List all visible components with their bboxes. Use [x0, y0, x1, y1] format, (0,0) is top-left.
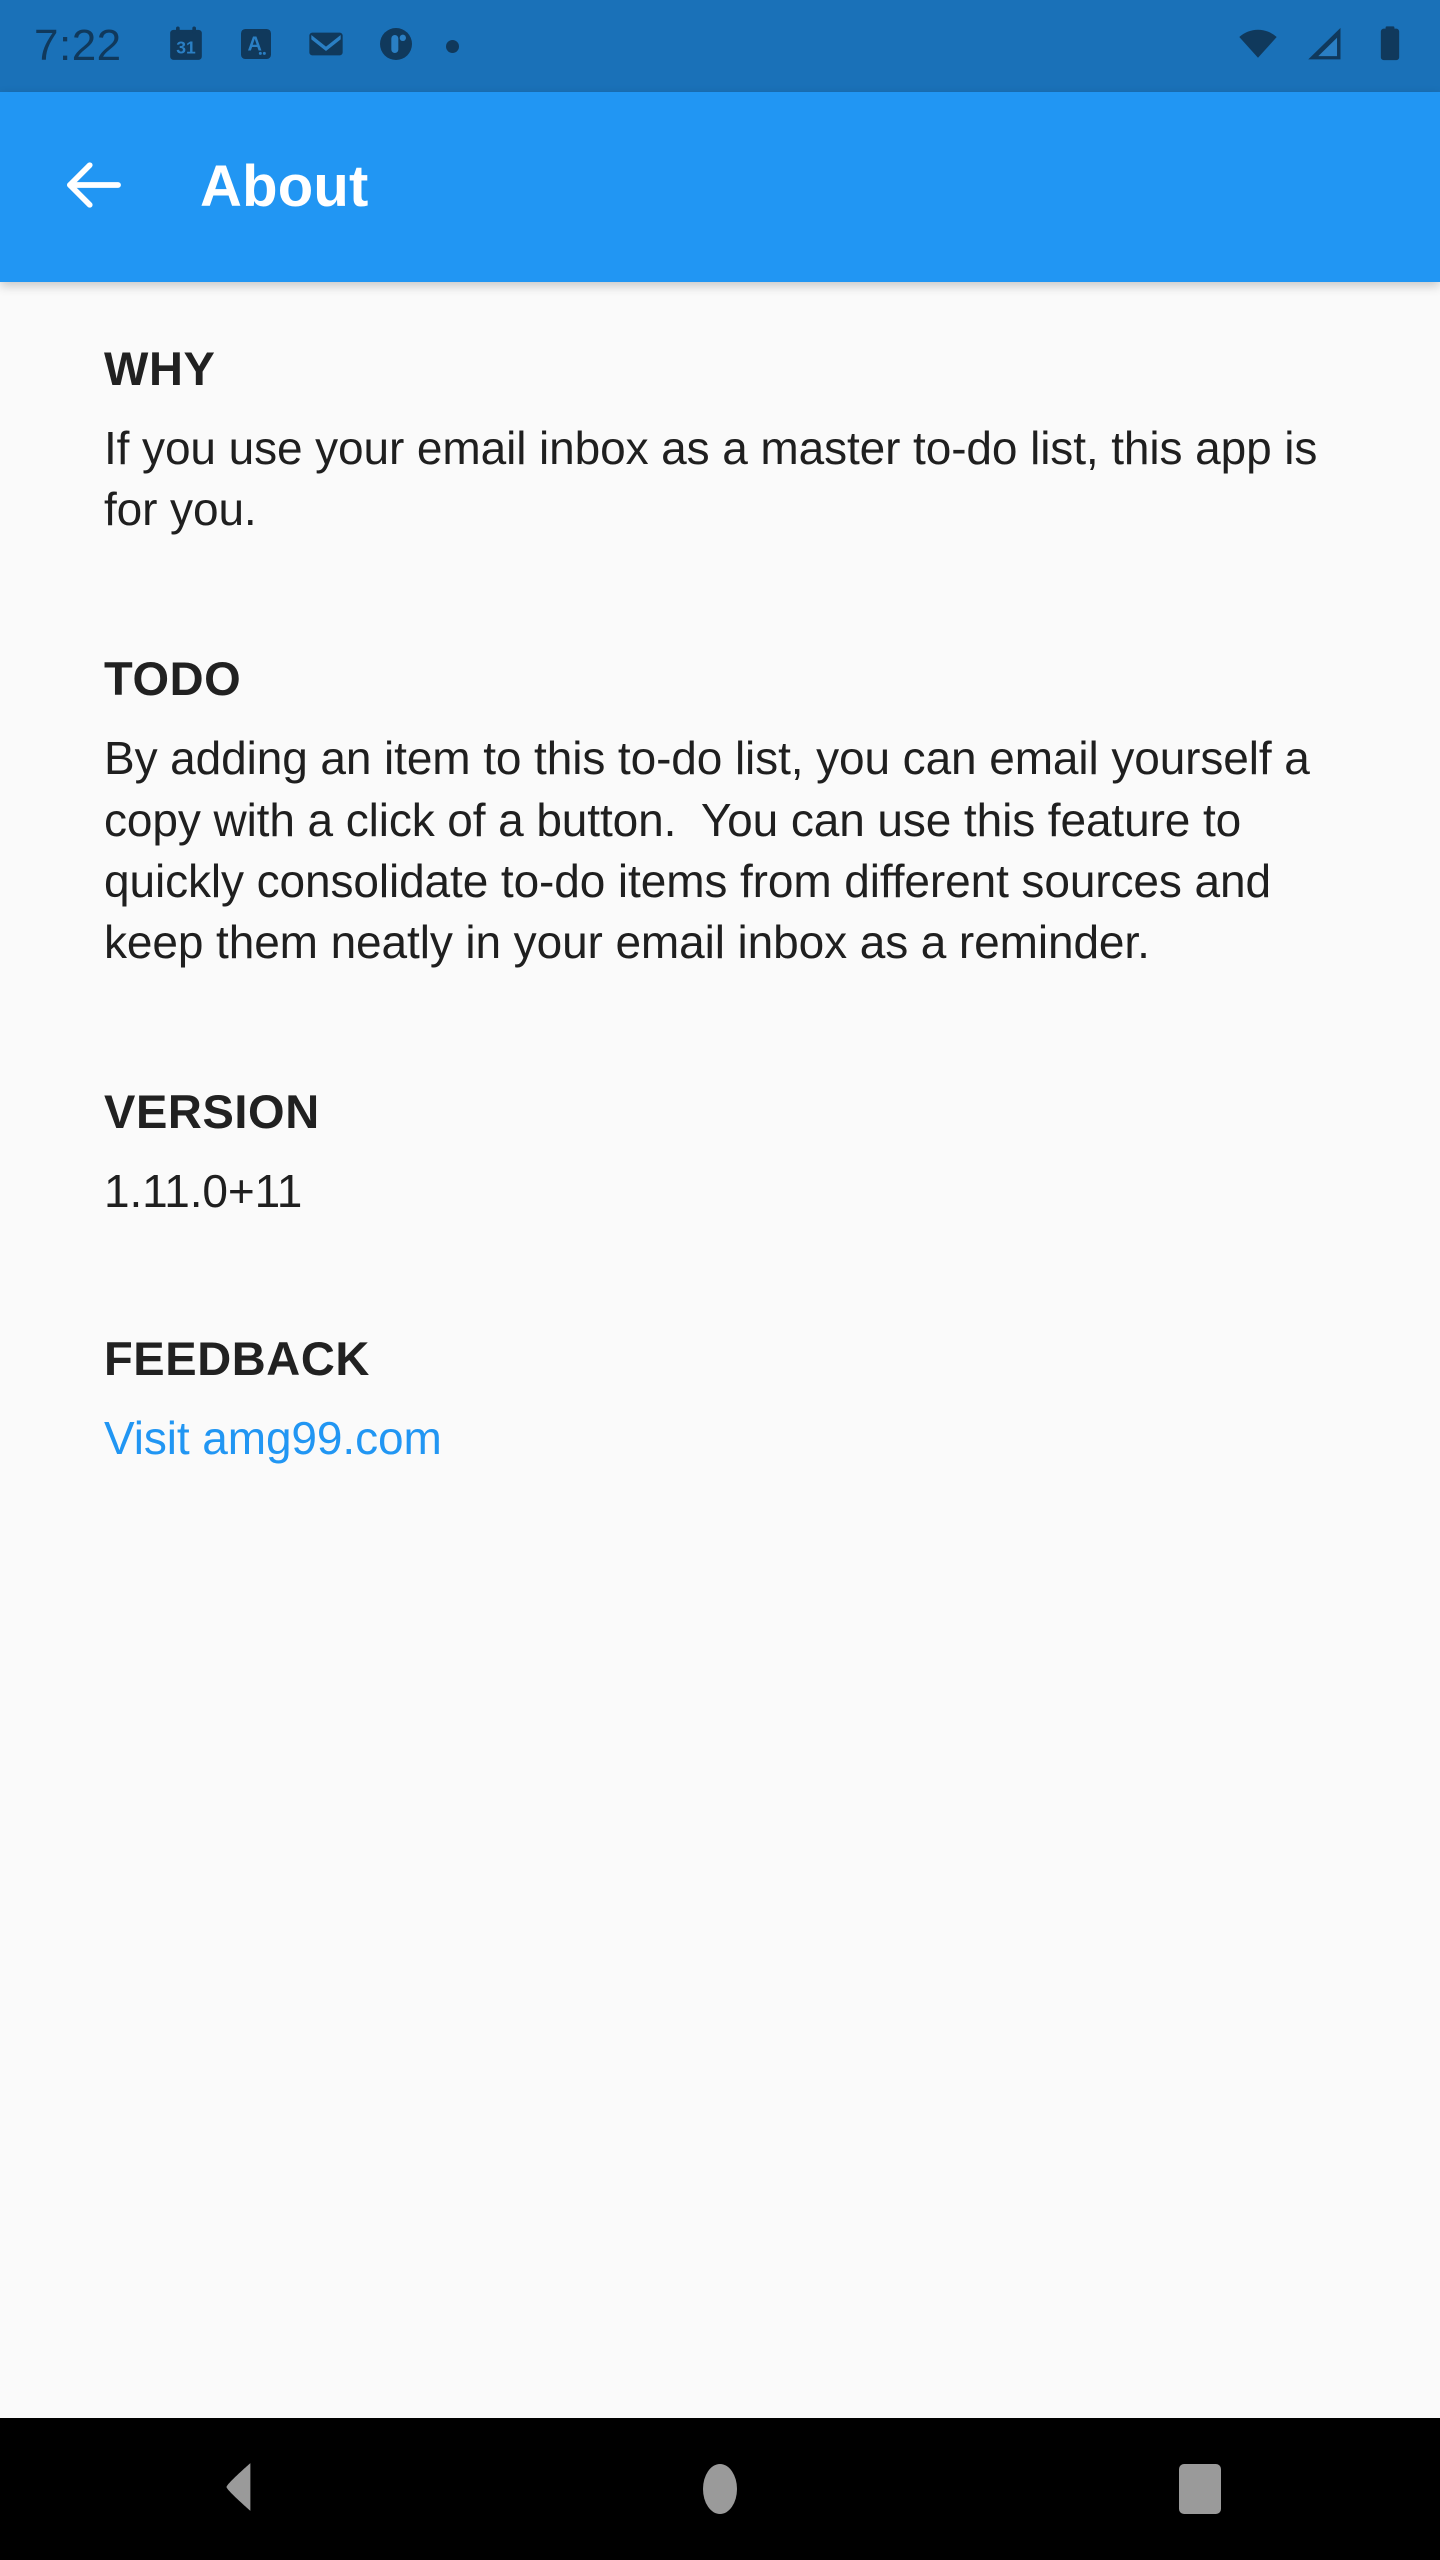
section-body-why: If you use your email inbox as a master …: [104, 422, 1330, 536]
section-version: VERSION 1.11.0+11: [104, 1085, 1340, 1222]
spacer-after-todo: [104, 973, 1340, 1085]
section-feedback: FEEDBACK Visit amg99.com: [104, 1332, 1340, 1469]
app-bar: About: [0, 92, 1440, 282]
section-body-todo: By adding an item to this to-do list, yo…: [104, 732, 1323, 968]
android-navigation-bar: [0, 2418, 1440, 2560]
circle-home-icon: [703, 2464, 737, 2514]
status-bar-system-icons: [1236, 22, 1412, 71]
calendar-31-icon: 31: [166, 24, 206, 69]
square-recents-icon: [1179, 2464, 1221, 2514]
section-heading-todo: TODO: [104, 652, 242, 706]
nav-back-button[interactable]: [150, 2418, 330, 2560]
pocket-casts-icon: [376, 24, 416, 69]
arrow-left-icon: [60, 151, 128, 224]
about-content: WHY If you use your email inbox as a mas…: [0, 282, 1440, 2418]
version-value: 1.11.0+11: [104, 1165, 303, 1218]
status-bar-notification-icons: 31 A: [166, 24, 459, 69]
nav-home-button[interactable]: [630, 2418, 810, 2560]
more-dot-icon: [445, 39, 459, 53]
spacer-after-why: [104, 540, 1340, 652]
wifi-icon: [1236, 22, 1280, 71]
spacer-after-version: [104, 1222, 1340, 1332]
status-bar-clock: 7:22: [34, 21, 122, 70]
section-todo: TODO By adding an item to this to-do lis…: [104, 652, 1340, 973]
translate-a-icon: A: [236, 24, 276, 69]
cellular-signal-icon: [1302, 22, 1346, 71]
section-heading-why: WHY: [104, 342, 216, 395]
svg-text:31: 31: [176, 37, 196, 57]
status-bar: 7:22 31 A: [0, 0, 1440, 92]
section-why: WHY If you use your email inbox as a mas…: [104, 342, 1340, 540]
back-button[interactable]: [46, 139, 142, 235]
battery-icon: [1368, 22, 1412, 71]
page-title: About: [200, 154, 369, 219]
triangle-back-icon: [215, 2460, 265, 2519]
gmail-icon: [306, 24, 346, 69]
nav-recents-button[interactable]: [1110, 2418, 1290, 2560]
android-about-screen: 7:22 31 A About WHY If you use your emai…: [0, 0, 1440, 2560]
section-heading-feedback: FEEDBACK: [104, 1332, 370, 1386]
feedback-website-link[interactable]: Visit amg99.com: [104, 1408, 442, 1469]
section-heading-version: VERSION: [104, 1085, 320, 1139]
